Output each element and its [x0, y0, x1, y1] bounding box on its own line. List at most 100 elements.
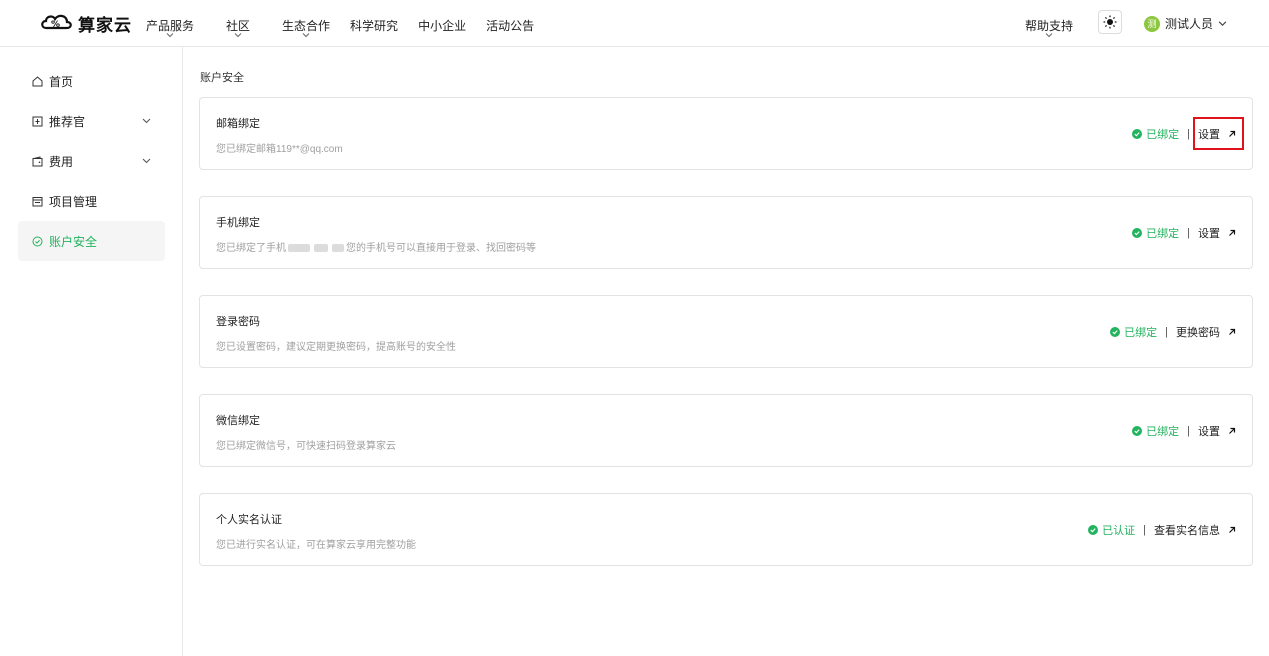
action-label: 更换密码: [1176, 327, 1220, 339]
sidebar-item-account-security[interactable]: 账户安全: [18, 221, 165, 261]
card-title: 邮箱绑定: [216, 118, 260, 130]
status-badge: 已认证: [1088, 522, 1135, 538]
chevron-down-icon: [302, 33, 310, 38]
check-circle-icon: [1132, 426, 1143, 436]
sidebar-item-label: 推荐官: [49, 114, 86, 129]
status-badge: 已绑定: [1132, 225, 1179, 241]
user-menu[interactable]: 测 测试人员: [1144, 15, 1227, 32]
card-actions: 已绑定 | 更换密码: [1110, 324, 1236, 340]
nav-label: 科学研究: [350, 19, 399, 33]
chevron-down-icon: [234, 33, 242, 38]
nav-label: 中小企业: [418, 19, 467, 33]
action-label: 查看实名信息: [1154, 525, 1220, 537]
shield-icon: [32, 236, 43, 246]
card-actions: 已绑定 | 设置: [1132, 225, 1236, 241]
main-nav: 产品服务 社区 生态合作 科学研究 中小企业 活动公告: [146, 0, 534, 46]
card-title: 手机绑定: [216, 217, 260, 229]
sun-icon: [1103, 15, 1117, 29]
page-title: 账户安全: [200, 72, 244, 84]
user-name: 测试人员: [1165, 17, 1214, 31]
wallet-icon: [32, 155, 43, 166]
card-title: 微信绑定: [216, 415, 260, 427]
chevron-down-icon: [142, 158, 151, 164]
arrow-up-right-icon: [1229, 526, 1236, 533]
wechat-binding-card: 微信绑定 您已绑定微信号，可快速扫码登录算家云 已绑定 | 设置: [199, 394, 1253, 467]
chevron-down-icon: [166, 33, 174, 38]
status-text: 已认证: [1102, 525, 1136, 537]
sidebar: 首页 推荐官 费用 项目管理 账户安全: [0, 47, 183, 656]
highlight-box: [1193, 117, 1244, 150]
brand-name: 算家云: [78, 15, 132, 35]
nav-item-events[interactable]: 活动公告: [486, 0, 534, 46]
view-real-name-info-button[interactable]: 查看实名信息: [1154, 522, 1236, 538]
logo-icon: %: [41, 14, 72, 30]
card-desc-suffix: 您的手机号可以直接用于登录、找回密码等: [346, 243, 536, 254]
top-header: % 算家云 产品服务 社区 生态合作 科学研究 中小企业 活动公告 帮助支持 测…: [0, 0, 1269, 47]
status-text: 已绑定: [1146, 228, 1180, 240]
nav-item-products[interactable]: 产品服务: [146, 0, 194, 46]
masked-phone: [288, 244, 310, 253]
divider: |: [1143, 524, 1146, 536]
wechat-settings-button[interactable]: 设置: [1198, 423, 1236, 439]
action-label: 设置: [1198, 228, 1220, 240]
chevron-down-icon: [1045, 33, 1053, 38]
check-circle-icon: [1088, 525, 1099, 535]
nav-label: 活动公告: [486, 19, 535, 33]
card-actions: 已认证 | 查看实名信息: [1088, 522, 1236, 538]
masked-phone: [332, 244, 344, 253]
nav-item-smb[interactable]: 中小企业: [418, 0, 466, 46]
check-circle-icon: [1132, 228, 1143, 238]
change-password-button[interactable]: 更换密码: [1176, 324, 1236, 340]
home-icon: [32, 75, 43, 86]
arrow-up-right-icon: [1229, 229, 1236, 236]
action-label: 设置: [1198, 426, 1220, 438]
card-desc: 您已进行实名认证，可在算家云享用完整功能: [216, 540, 416, 551]
chevron-down-icon: [142, 118, 151, 124]
real-name-verification-card: 个人实名认证 您已进行实名认证，可在算家云享用完整功能 已认证 | 查看实名信息: [199, 493, 1253, 566]
phone-binding-card: 手机绑定 您已绑定了手机 您的手机号可以直接用于登录、找回密码等 已绑定 | 设置: [199, 196, 1253, 269]
nav-item-ecosystem[interactable]: 生态合作: [282, 0, 330, 46]
recommend-icon: [32, 116, 43, 126]
sidebar-item-label: 账户安全: [49, 234, 98, 249]
project-icon: [32, 196, 43, 206]
avatar: 测: [1144, 15, 1160, 32]
masked-phone: [314, 244, 328, 253]
sidebar-item-recommender[interactable]: 推荐官: [18, 101, 165, 141]
nav-item-research[interactable]: 科学研究: [350, 0, 398, 46]
status-text: 已绑定: [1146, 129, 1180, 141]
status-badge: 已绑定: [1110, 324, 1157, 340]
divider: |: [1165, 326, 1168, 338]
chevron-down-icon: [1218, 21, 1227, 26]
sidebar-item-home[interactable]: 首页: [18, 61, 165, 101]
divider: |: [1187, 227, 1190, 239]
status-badge: 已绑定: [1132, 126, 1179, 142]
sidebar-item-label: 首页: [49, 74, 74, 89]
sidebar-item-billing[interactable]: 费用: [18, 141, 165, 181]
divider: |: [1187, 128, 1190, 140]
status-badge: 已绑定: [1132, 423, 1179, 439]
brand-logo[interactable]: % 算家云: [40, 10, 132, 36]
status-text: 已绑定: [1124, 327, 1158, 339]
card-actions: 已绑定 | 设置: [1132, 423, 1236, 439]
card-desc: 您已绑定了手机 您的手机号可以直接用于登录、找回密码等: [216, 239, 536, 254]
phone-settings-button[interactable]: 设置: [1198, 225, 1236, 241]
card-title: 个人实名认证: [216, 514, 282, 526]
email-binding-card: 邮箱绑定 您已绑定邮箱119**@qq.com 已绑定 | 设置: [199, 97, 1253, 170]
nav-item-community[interactable]: 社区: [226, 0, 250, 46]
card-desc-prefix: 您已绑定了手机: [216, 243, 286, 254]
sidebar-item-projects[interactable]: 项目管理: [18, 181, 165, 221]
help-support-menu[interactable]: 帮助支持: [1025, 0, 1073, 46]
check-circle-icon: [1132, 129, 1143, 139]
card-title: 登录密码: [216, 316, 260, 328]
card-desc: 您已设置密码，建议定期更换密码，提高账号的安全性: [216, 342, 456, 353]
svg-text:%: %: [51, 20, 60, 30]
arrow-up-right-icon: [1229, 328, 1236, 335]
status-text: 已绑定: [1146, 426, 1180, 438]
card-desc: 您已绑定微信号，可快速扫码登录算家云: [216, 441, 396, 452]
sidebar-item-label: 项目管理: [49, 194, 98, 209]
sidebar-item-label: 费用: [49, 154, 74, 169]
card-desc: 您已绑定邮箱119**@qq.com: [216, 144, 343, 155]
theme-toggle-button[interactable]: [1098, 10, 1122, 34]
arrow-up-right-icon: [1229, 427, 1236, 434]
divider: |: [1187, 425, 1190, 437]
